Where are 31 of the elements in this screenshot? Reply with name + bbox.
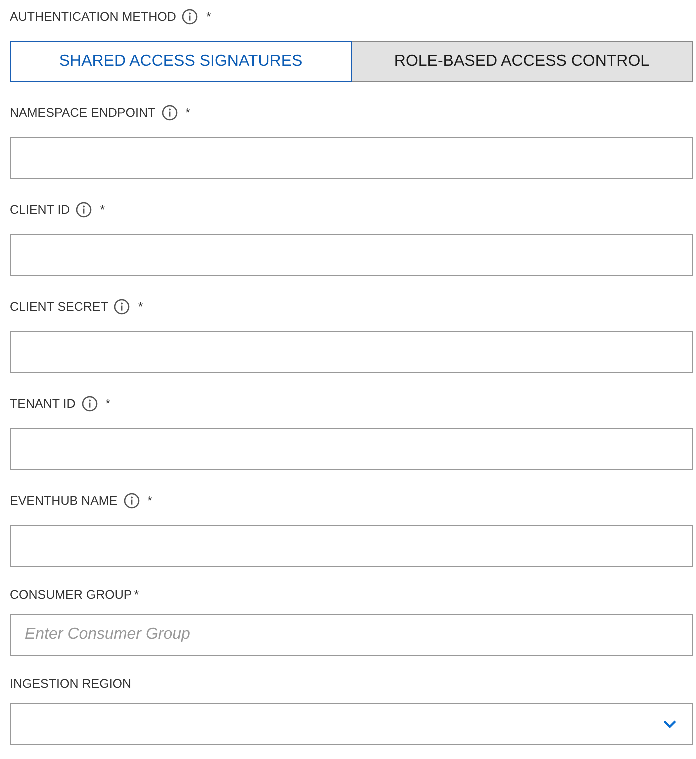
input-field[interactable] (10, 428, 693, 470)
required-mark: * (106, 397, 111, 411)
required-mark: * (138, 300, 144, 314)
input-field[interactable] (10, 525, 693, 567)
field-label: NAMESPACE ENDPOINT (10, 106, 156, 120)
info-icon[interactable] (114, 299, 130, 315)
chevron-down-icon (663, 720, 677, 728)
required-mark: * (186, 106, 190, 120)
info-icon[interactable] (182, 9, 198, 25)
input-field[interactable] (10, 331, 693, 373)
auth-method-tab[interactable]: ROLE-BASED ACCESS CONTROL (352, 41, 693, 82)
required-mark: * (206, 10, 212, 24)
field-label: EVENTHUB NAME (10, 494, 118, 508)
dropdown-field[interactable] (10, 703, 693, 745)
info-icon[interactable] (162, 105, 178, 121)
field-label: TENANT ID (10, 397, 76, 411)
info-icon[interactable] (76, 202, 92, 218)
field-label: INGESTION REGION (10, 677, 132, 691)
field-label: CONSUMER GROUP (10, 588, 132, 602)
required-mark: * (148, 494, 153, 508)
field-label: AUTHENTICATION METHOD (10, 10, 176, 24)
input-field[interactable] (10, 137, 693, 179)
info-icon[interactable] (124, 493, 140, 509)
info-icon[interactable] (82, 396, 98, 412)
required-mark: * (100, 203, 106, 217)
input-field[interactable] (10, 234, 693, 276)
field-label: CLIENT SECRET (10, 300, 108, 314)
input-field[interactable]: Enter Consumer Group (10, 614, 693, 656)
required-mark: * (134, 588, 140, 602)
auth-method-tab[interactable]: SHARED ACCESS SIGNATURES (10, 41, 352, 82)
field-label: CLIENT ID (10, 203, 70, 217)
